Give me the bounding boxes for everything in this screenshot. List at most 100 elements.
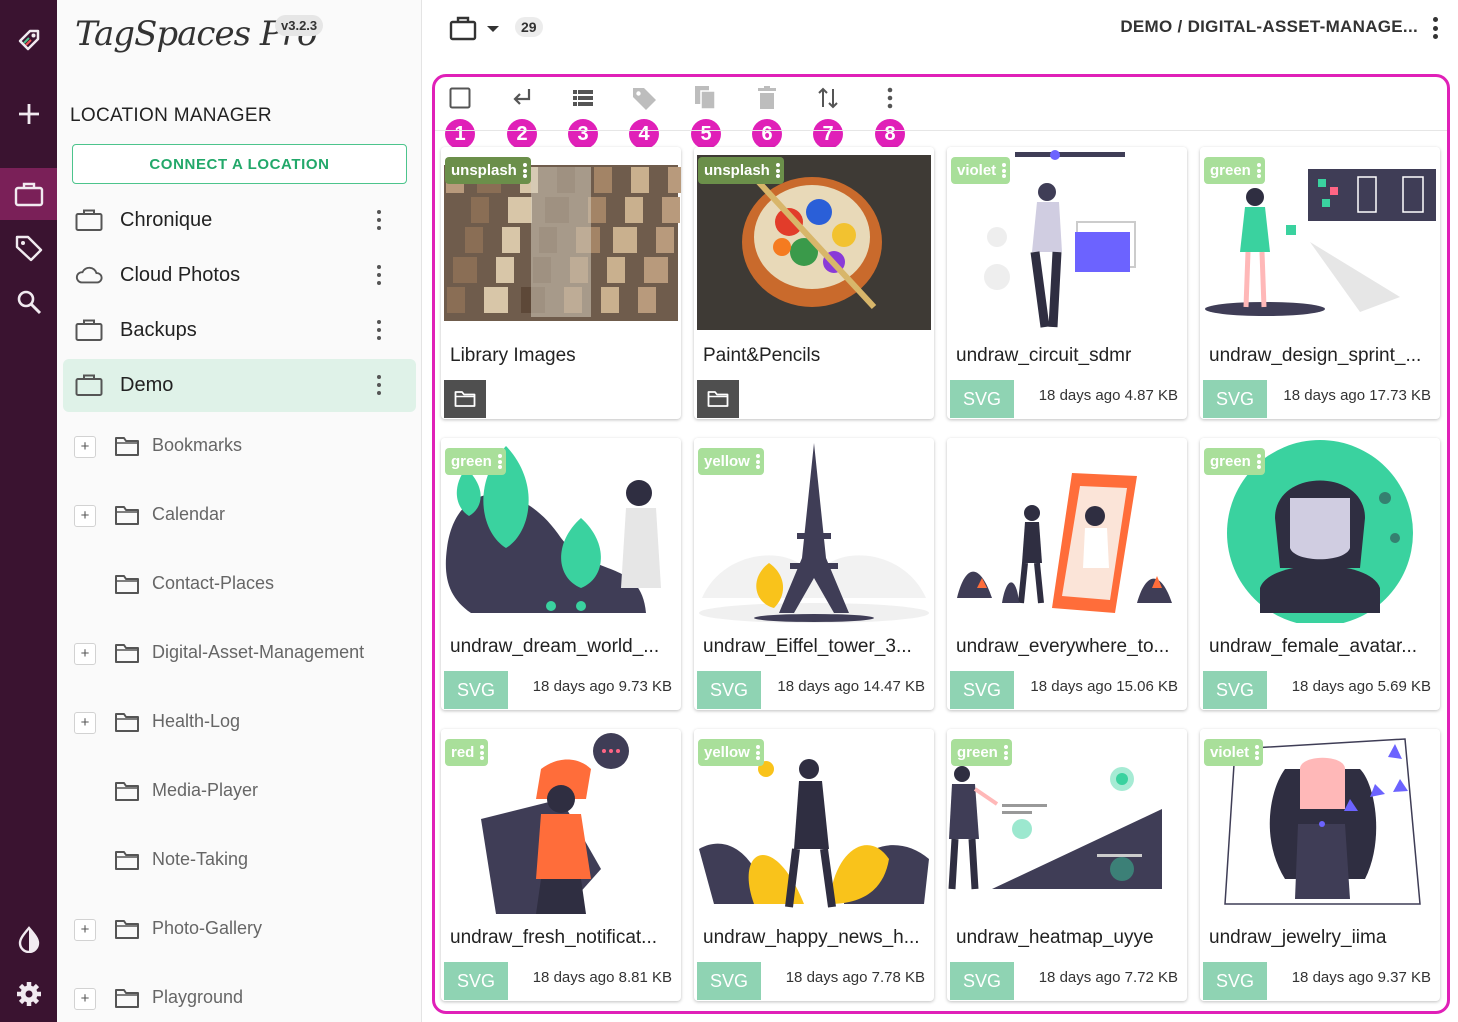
file-card[interactable]: green undraw_dream_world_... SVG 18 days ag… — [441, 438, 681, 710]
callout-badge-2: 2 — [507, 119, 537, 149]
tag-chip[interactable]: unsplash — [445, 157, 531, 184]
folder-tree-item[interactable]: + Bookmarks — [69, 427, 399, 467]
tag-menu-icon[interactable] — [480, 745, 485, 760]
select-all-checkbox-icon[interactable] — [445, 83, 475, 113]
location-more-icon[interactable] — [369, 372, 389, 398]
view-list-icon[interactable] — [568, 83, 598, 113]
folder-type-icon — [697, 380, 739, 418]
location-item-demo[interactable]: Demo — [63, 359, 416, 412]
folder-tree-item[interactable]: + Photo-Gallery — [69, 910, 399, 950]
folder-more-icon[interactable] — [1432, 17, 1438, 39]
tag-chip[interactable]: violet — [1204, 739, 1264, 766]
parent-folder-icon[interactable] — [507, 83, 537, 113]
folder-label: Health-Log — [152, 711, 241, 731]
location-switcher[interactable] — [448, 12, 508, 44]
settings-gear-icon[interactable] — [0, 968, 57, 1020]
location-item-backups[interactable]: Backups — [63, 304, 416, 357]
location-item-cloud-photos[interactable]: Cloud Photos — [63, 249, 416, 302]
tag-menu-icon[interactable] — [775, 163, 780, 178]
file-extension-badge: SVG — [1203, 671, 1267, 709]
tag-menu-icon[interactable] — [1003, 745, 1008, 760]
file-meta: 18 days ago 8.81 KB — [532, 969, 672, 986]
tag-menu-icon[interactable] — [497, 454, 502, 469]
search-icon[interactable] — [0, 276, 57, 328]
folder-tree-item[interactable]: + Calendar — [69, 496, 399, 536]
file-card[interactable]: green undraw_design_sprint_... SVG 18 days … — [1200, 147, 1440, 419]
locations-briefcase-icon[interactable] — [0, 168, 57, 220]
file-card[interactable]: undraw_everywhere_to... SVG 18 days ago 15… — [947, 438, 1187, 710]
file-card[interactable]: yellow undraw_Eiffel_tower_3... SVG 18 days… — [694, 438, 934, 710]
file-card[interactable]: yellow undraw_happy_news_h... SVG 18 days a… — [694, 729, 934, 1001]
file-card[interactable]: violet undraw_circuit_sdmr SVG 18 days ago … — [947, 147, 1187, 419]
folder-tree-item[interactable]: + Health-Log — [69, 703, 399, 743]
tag-chip[interactable]: red — [445, 739, 489, 766]
file-name: undraw_design_sprint_... — [1209, 345, 1422, 366]
tag-chip[interactable]: green — [1204, 157, 1265, 184]
location-item-chronique[interactable]: Chronique — [63, 194, 416, 247]
folder-tree-item[interactable]: Contact-Places — [69, 565, 399, 605]
expand-folder-button[interactable]: + — [74, 505, 96, 527]
file-card[interactable]: violet undraw_jewelry_iima SVG 18 days ago … — [1200, 729, 1440, 1001]
expand-folder-button[interactable]: + — [74, 643, 96, 665]
folder-tree-item[interactable]: Media-Player — [69, 772, 399, 812]
expand-folder-button[interactable]: + — [74, 988, 96, 1010]
tag-chip[interactable]: unsplash — [698, 157, 784, 184]
more-vert-icon[interactable] — [875, 83, 905, 113]
folder-tree-item[interactable]: Note-Taking — [69, 841, 399, 881]
tag-chip[interactable]: green — [445, 448, 506, 475]
expand-folder-button[interactable]: + — [74, 712, 96, 734]
thumbnail-image[interactable] — [947, 438, 1187, 623]
folder-icon — [115, 644, 139, 663]
file-name: Library Images — [450, 345, 576, 366]
callout-badge-4: 4 — [629, 119, 659, 149]
file-meta: 18 days ago 9.73 KB — [532, 678, 672, 695]
tag-chip[interactable]: green — [951, 739, 1012, 766]
file-extension-badge: SVG — [697, 962, 761, 1000]
file-card[interactable]: green undraw_heatmap_uyye SVG 18 days ago 7… — [947, 729, 1187, 1001]
location-more-icon[interactable] — [369, 317, 389, 343]
folder-icon — [115, 437, 139, 456]
tag-menu-icon[interactable] — [1255, 745, 1260, 760]
tag-chip[interactable]: violet — [951, 157, 1011, 184]
expand-folder-button[interactable]: + — [74, 919, 96, 941]
folder-tree-item[interactable]: + Digital-Asset-Management — [69, 634, 399, 674]
file-name: undraw_everywhere_to... — [956, 636, 1170, 657]
theme-toggle-icon[interactable] — [0, 913, 57, 965]
location-more-icon[interactable] — [369, 262, 389, 288]
delete-icon[interactable] — [752, 83, 782, 113]
file-card[interactable]: red undraw_fresh_notificat... SVG 18 days a… — [441, 729, 681, 1001]
copy-icon[interactable] — [691, 83, 721, 113]
breadcrumb[interactable]: DEMO / DIGITAL-ASSET-MANAGE... — [1120, 17, 1418, 37]
tag-library-icon[interactable] — [0, 222, 57, 274]
tag-menu-icon[interactable] — [522, 163, 527, 178]
folder-label: Digital-Asset-Management — [152, 642, 365, 662]
expand-folder-button[interactable]: + — [74, 436, 96, 458]
tag-label: red — [451, 744, 475, 761]
add-icon[interactable] — [0, 88, 57, 140]
tagspaces-logo-icon[interactable] — [0, 14, 57, 66]
location-more-icon[interactable] — [369, 207, 389, 233]
callout-badge-7: 7 — [813, 119, 843, 149]
tag-menu-icon[interactable] — [1256, 163, 1261, 178]
file-meta: 18 days ago 7.78 KB — [785, 969, 925, 986]
folder-icon — [115, 851, 139, 870]
sort-icon[interactable] — [813, 83, 843, 113]
tag-label: green — [1210, 162, 1251, 179]
tag-chip[interactable]: yellow — [698, 739, 764, 766]
folder-tree-item[interactable]: + Playground — [69, 979, 399, 1019]
file-card[interactable]: green undraw_female_avatar... SVG 18 days a… — [1200, 438, 1440, 710]
file-extension-badge: SVG — [1203, 962, 1267, 1000]
folder-card[interactable]: unsplash Paint&Pencils — [694, 147, 934, 419]
tag-icon[interactable] — [629, 83, 659, 113]
tag-label: unsplash — [704, 162, 770, 179]
tag-label: yellow — [704, 453, 750, 470]
tag-chip[interactable]: yellow — [698, 448, 764, 475]
folder-card[interactable]: unsplash Library Images — [441, 147, 681, 419]
tag-menu-icon[interactable] — [1256, 454, 1261, 469]
folder-label: Note-Taking — [152, 849, 249, 869]
tag-menu-icon[interactable] — [1002, 163, 1007, 178]
tag-menu-icon[interactable] — [755, 745, 760, 760]
connect-location-button[interactable]: CONNECT A LOCATION — [72, 144, 407, 184]
tag-menu-icon[interactable] — [755, 454, 760, 469]
tag-chip[interactable]: green — [1204, 448, 1265, 475]
